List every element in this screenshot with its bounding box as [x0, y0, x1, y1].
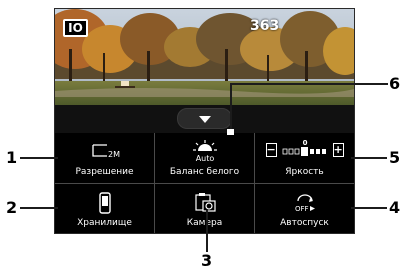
camera-screen: IO 363 2M Разрешение Auto Баланс белого …: [54, 8, 355, 234]
svg-text:Auto: Auto: [195, 154, 214, 163]
self-timer-icon: OFF: [255, 192, 354, 214]
chevron-down-icon: [199, 116, 211, 123]
callout-6-marker: [227, 129, 234, 135]
white-balance-icon: Auto: [155, 140, 254, 163]
callout-5-line: [351, 157, 387, 159]
panel-toggle-strip: [55, 105, 354, 133]
collapse-panel-button[interactable]: [177, 108, 232, 129]
svg-text:2M: 2M: [108, 150, 120, 159]
callout-1-line: [20, 157, 58, 159]
svg-text:OFF: OFF: [295, 205, 309, 213]
svg-text:0: 0: [302, 139, 307, 147]
brightness-decrease-button[interactable]: −: [265, 143, 277, 157]
callout-1: 1: [6, 148, 18, 167]
self-timer-setting[interactable]: OFF Автоспуск: [255, 184, 354, 233]
brightness-label: Яркость: [285, 167, 324, 177]
callout-5: 5: [389, 148, 401, 167]
resolution-label: Разрешение: [75, 167, 134, 177]
callout-4: 4: [389, 198, 401, 217]
callout-2: 2: [6, 198, 18, 217]
camera-setting[interactable]: Камера: [155, 184, 254, 233]
remaining-shots-counter: 363: [250, 18, 280, 34]
self-timer-label: Автоспуск: [280, 218, 329, 228]
callout-6-line-vertical: [230, 83, 232, 131]
camera-icon: [155, 192, 254, 214]
settings-grid: 2M Разрешение Auto Баланс белого − 0 + Я…: [55, 133, 354, 233]
viewfinder[interactable]: IO 363: [55, 9, 354, 105]
callout-4-line: [351, 207, 387, 209]
storage-icon: [55, 192, 154, 214]
resolution-setting[interactable]: 2M Разрешение: [55, 133, 154, 183]
white-balance-setting[interactable]: Auto Баланс белого: [155, 133, 254, 183]
resolution-icon: 2M: [55, 141, 154, 163]
callout-6-line: [232, 83, 388, 85]
callout-3-line: [206, 210, 208, 252]
brightness-control: − 0 +: [255, 137, 354, 163]
callout-3: 3: [201, 251, 213, 269]
callout-2-line: [20, 207, 58, 209]
storage-setting[interactable]: Хранилище: [55, 184, 154, 233]
brightness-increase-button[interactable]: +: [332, 143, 344, 157]
brightness-setting: − 0 + Яркость: [255, 133, 354, 183]
callout-6: 6: [389, 74, 401, 93]
capture-mode-badge[interactable]: IO: [63, 19, 88, 37]
storage-label: Хранилище: [77, 218, 132, 228]
brightness-level-icon: 0: [282, 139, 326, 156]
viewfinder-preview: [55, 9, 354, 105]
white-balance-label: Баланс белого: [169, 167, 240, 177]
camera-label: Камера: [186, 218, 223, 228]
